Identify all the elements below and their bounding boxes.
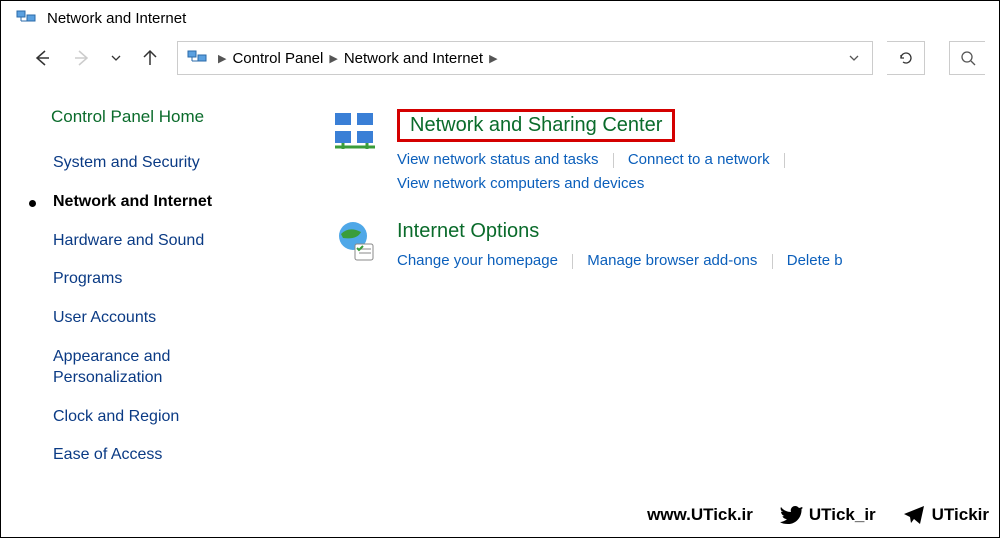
sidebar-item-hardware-sound[interactable]: Hardware and Sound [51,231,301,252]
link-connect-network[interactable]: Connect to a network [628,151,770,168]
watermark-site[interactable]: www.UTick.ir [647,505,753,525]
address-bar[interactable]: ▶ Control Panel ▶ Network and Internet ▶ [177,41,873,75]
link-view-devices[interactable]: View network computers and devices [397,175,644,192]
sidebar-item-network-internet[interactable]: Network and Internet [51,192,301,213]
main-panel: Network and Sharing Center View network … [301,107,999,484]
site-text: www.UTick.ir [647,505,753,525]
separator [772,254,773,269]
back-button[interactable] [29,45,55,71]
breadcrumb-root[interactable]: Control Panel [230,50,325,67]
address-icon [186,47,208,69]
link-delete[interactable]: Delete b [787,252,843,269]
category-internet-options: Internet Options Change your homepage Ma… [331,218,989,273]
sidebar-item-clock-region[interactable]: Clock and Region [51,407,301,428]
link-change-homepage[interactable]: Change your homepage [397,252,558,269]
sidebar-item-user-accounts[interactable]: User Accounts [51,308,301,329]
breadcrumb-current[interactable]: Network and Internet [342,50,485,67]
sidebar-item-programs[interactable]: Programs [51,269,301,290]
forward-button[interactable] [69,45,95,71]
separator [613,153,614,168]
window-icon [15,7,37,29]
sidebar-item-ease-of-access[interactable]: Ease of Access [51,445,301,466]
internet-options-title[interactable]: Internet Options [397,220,843,243]
navbar: ▶ Control Panel ▶ Network and Internet ▶ [1,35,999,87]
separator [784,153,785,168]
link-view-status[interactable]: View network status and tasks [397,151,599,168]
twitter-text: UTick_ir [809,505,876,525]
telegram-text: UTickir [932,505,989,525]
twitter-icon [779,503,803,527]
watermark-footer: www.UTick.ir UTick_ir UTickir [647,503,989,527]
content-area: Control Panel Home System and Security N… [1,87,999,484]
titlebar: Network and Internet [1,1,999,35]
chevron-right-icon[interactable]: ▶ [485,52,501,65]
control-panel-home-link[interactable]: Control Panel Home [51,107,301,127]
link-manage-addons[interactable]: Manage browser add-ons [587,252,757,269]
internet-options-icon [331,218,379,266]
watermark-twitter[interactable]: UTick_ir [779,503,876,527]
chevron-right-icon[interactable]: ▶ [325,52,341,65]
address-dropdown[interactable] [840,52,868,64]
telegram-icon [902,503,926,527]
window-title: Network and Internet [47,10,186,27]
chevron-right-icon[interactable]: ▶ [214,52,230,65]
recent-dropdown[interactable] [109,45,123,71]
network-sharing-icon [331,107,379,155]
up-button[interactable] [137,45,163,71]
sidebar-item-system-security[interactable]: System and Security [51,153,301,174]
watermark-telegram[interactable]: UTickir [902,503,989,527]
network-sharing-title[interactable]: Network and Sharing Center [397,109,675,142]
sidebar-item-appearance[interactable]: Appearance and Personalization [51,347,221,389]
separator [572,254,573,269]
search-box[interactable] [949,41,985,75]
refresh-button[interactable] [887,41,925,75]
sidebar: Control Panel Home System and Security N… [1,107,301,484]
category-network-sharing: Network and Sharing Center View network … [331,107,989,196]
